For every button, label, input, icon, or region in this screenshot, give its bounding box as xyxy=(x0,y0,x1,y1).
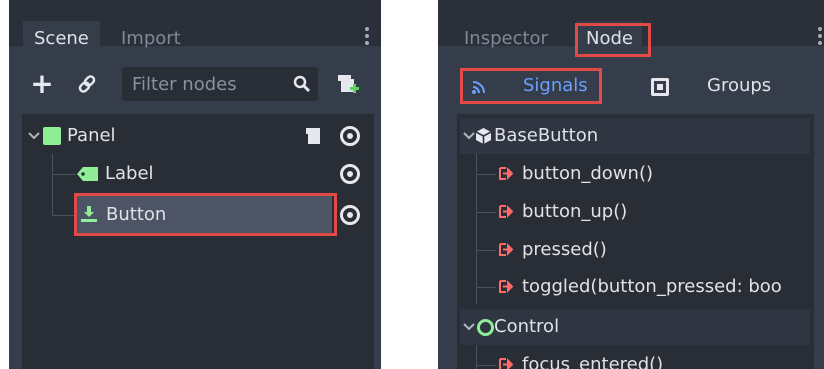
dock-menu-icon[interactable] xyxy=(365,27,369,48)
collapse-arrow-icon[interactable] xyxy=(28,131,40,141)
signal-item-button-up[interactable]: button_up() xyxy=(497,194,814,230)
signal-item-button-down[interactable]: button_down() xyxy=(497,156,814,192)
category-label: BaseButton xyxy=(494,125,599,146)
tree-guide-line xyxy=(476,154,477,304)
filter-nodes-input[interactable] xyxy=(132,67,282,101)
groups-icon xyxy=(651,78,669,96)
signal-icon xyxy=(499,167,513,180)
signal-label: focus_entered() xyxy=(522,354,664,369)
node-dock: Inspector Node Signals Groups BaseButton… xyxy=(438,0,824,369)
tree-guide-line xyxy=(476,287,496,288)
tree-item-label: Label xyxy=(105,163,154,184)
signals-highlight xyxy=(460,68,602,104)
category-control[interactable]: Control xyxy=(460,309,810,345)
signal-item-pressed[interactable]: pressed() xyxy=(497,232,814,268)
button-node-highlight xyxy=(74,193,337,236)
tree-guide-line xyxy=(476,365,496,366)
visibility-eye-icon[interactable] xyxy=(340,205,360,225)
groups-button[interactable]: Groups xyxy=(643,66,803,106)
control-node-icon xyxy=(477,319,494,336)
signal-item-toggled[interactable]: toggled(button_pressed: boo xyxy=(497,269,814,305)
signals-tree: BaseButton button_down() button_up() pre… xyxy=(457,114,814,369)
category-basebutton[interactable]: BaseButton xyxy=(460,118,810,154)
node-tab-highlight xyxy=(575,23,651,57)
signal-label: button_up() xyxy=(522,201,628,222)
tree-item-label: Panel xyxy=(67,125,116,146)
panel-node-icon xyxy=(43,127,61,145)
visibility-eye-icon[interactable] xyxy=(340,126,360,146)
tab-scene[interactable]: Scene xyxy=(23,21,100,57)
signal-icon xyxy=(499,358,513,369)
script-icon[interactable] xyxy=(305,126,323,146)
visibility-eye-icon[interactable] xyxy=(340,164,360,184)
label-node-icon xyxy=(77,167,98,181)
groups-label: Groups xyxy=(707,75,772,96)
class-cube-icon xyxy=(475,128,492,144)
tree-item-panel[interactable]: Panel xyxy=(22,118,374,154)
category-label: Control xyxy=(494,316,560,337)
collapse-arrow-icon[interactable] xyxy=(463,131,475,141)
scene-dock-tab-bar: Scene Import xyxy=(9,0,381,57)
tree-guide-line xyxy=(476,212,496,213)
tab-inspector[interactable]: Inspector xyxy=(453,21,559,57)
tree-item-label-node[interactable]: Label xyxy=(22,156,374,192)
signal-item-focus-entered[interactable]: focus_entered() xyxy=(497,347,814,369)
filter-nodes-field[interactable] xyxy=(122,67,318,101)
dock-menu-icon[interactable] xyxy=(818,27,822,48)
scene-dock: Scene Import + Panel xyxy=(9,0,381,369)
tab-import[interactable]: Import xyxy=(110,21,192,57)
collapse-arrow-icon[interactable] xyxy=(463,322,475,332)
attach-script-icon[interactable] xyxy=(335,72,359,96)
signal-icon xyxy=(499,205,513,218)
signal-icon xyxy=(499,280,513,293)
tree-guide-line xyxy=(52,215,76,216)
signal-label: pressed() xyxy=(522,239,607,260)
signal-label: button_down() xyxy=(522,163,653,184)
signal-icon xyxy=(499,243,513,256)
tree-guide-line xyxy=(476,174,496,175)
add-node-icon[interactable]: + xyxy=(29,69,55,99)
instance-scene-link-icon[interactable] xyxy=(77,74,97,94)
search-icon xyxy=(293,75,311,93)
tree-guide-line xyxy=(476,250,496,251)
signal-label: toggled(button_pressed: boo xyxy=(522,276,782,297)
scene-tree: Panel Label Button xyxy=(22,114,374,369)
